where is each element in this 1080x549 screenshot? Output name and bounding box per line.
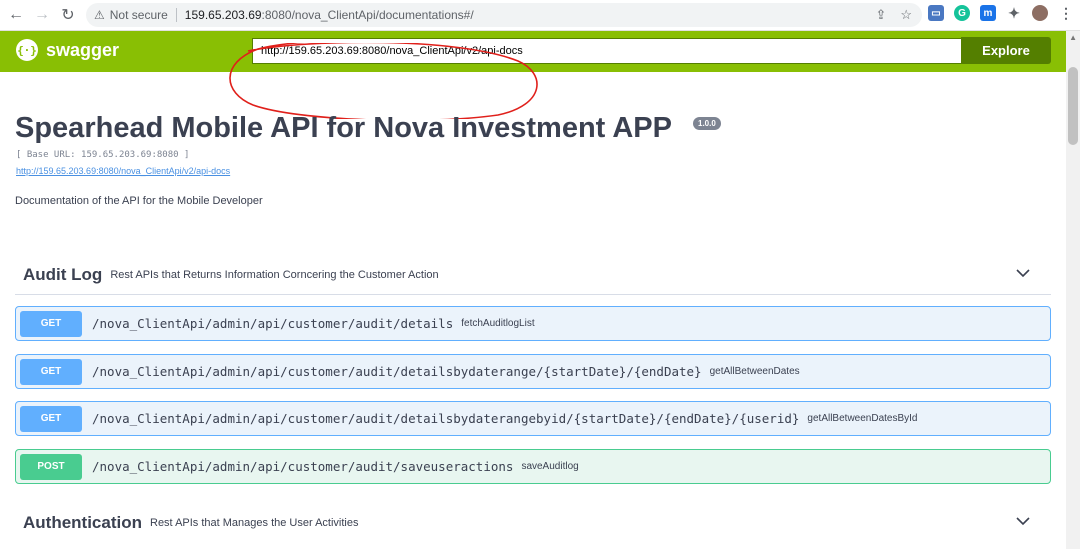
swagger-logo[interactable]: {·} swagger	[16, 39, 119, 61]
reload-icon[interactable]: ↻	[58, 5, 78, 25]
grammarly-icon[interactable]: G	[954, 5, 970, 21]
explore-button[interactable]: Explore	[961, 37, 1051, 64]
swagger-topbar: {·} swagger http://159.65.203.69:8080/no…	[0, 31, 1066, 119]
section-name: Audit Log	[23, 264, 103, 284]
api-url-input[interactable]: http://159.65.203.69:8080/nova_ClientApi…	[252, 38, 962, 64]
security-indicator[interactable]: ⚠ Not secure	[94, 8, 168, 22]
puzzle-icon[interactable]: ✦	[1006, 5, 1022, 21]
operation-summary: getAllBetweenDatesById	[807, 413, 918, 424]
method-badge: POST	[20, 453, 82, 480]
scroll-up-icon[interactable]: ▲	[1069, 33, 1077, 42]
browser-toolbar: ← → ↻ ⚠ Not secure 159.65.203.69:8080/no…	[0, 0, 1080, 31]
operation-path: /nova_ClientApi/admin/api/customer/audit…	[92, 364, 702, 379]
star-icon[interactable]: ☆	[900, 7, 912, 23]
operation-post-saveuseractions[interactable]: POST /nova_ClientApi/admin/api/customer/…	[15, 449, 1051, 484]
url-path: :8080/nova_ClientApi/documentations#/	[261, 8, 474, 22]
api-description: Documentation of the API for the Mobile …	[15, 195, 263, 207]
extension-icon[interactable]: ▭	[928, 5, 944, 21]
page-title: Spearhead Mobile API for Nova Investment…	[15, 112, 672, 144]
version-badge: 1.0.0	[693, 117, 721, 130]
operation-get-detailsbydaterangebyid[interactable]: GET /nova_ClientApi/admin/api/customer/a…	[15, 401, 1051, 436]
operation-summary: saveAuditlog	[521, 461, 579, 472]
api-docs-link[interactable]: http://159.65.203.69:8080/nova_ClientApi…	[16, 166, 230, 176]
method-badge: GET	[20, 358, 82, 385]
section-description: Rest APIs that Returns Information Cornc…	[110, 268, 439, 281]
section-audit-log[interactable]: Audit Log Rest APIs that Returns Informa…	[15, 255, 1051, 295]
omnibox-separator	[175, 8, 177, 22]
security-label: Not secure	[109, 8, 168, 22]
method-badge: GET	[20, 405, 82, 432]
swagger-content: Spearhead Mobile API for Nova Investment…	[0, 72, 1066, 549]
operation-path: /nova_ClientApi/admin/api/customer/audit…	[92, 459, 514, 474]
avatar[interactable]	[1032, 5, 1048, 21]
operation-path: /nova_ClientApi/admin/api/customer/audit…	[92, 411, 800, 426]
url-text: 159.65.203.69:8080/nova_ClientApi/docume…	[185, 8, 474, 22]
chevron-down-icon[interactable]	[1015, 265, 1031, 281]
section-description: Rest APIs that Manages the User Activiti…	[150, 517, 359, 529]
more-vert-icon[interactable]: ⋮	[1058, 5, 1074, 21]
extension-m-icon[interactable]: m	[980, 5, 996, 21]
forward-arrow-icon[interactable]: →	[32, 5, 52, 25]
operation-get-detailsbydaterange[interactable]: GET /nova_ClientApi/admin/api/customer/a…	[15, 354, 1051, 389]
back-arrow-icon[interactable]: ←	[6, 5, 26, 25]
swagger-logo-icon: {·}	[16, 39, 38, 61]
scroll-thumb[interactable]	[1068, 67, 1078, 145]
chevron-down-icon[interactable]	[1015, 513, 1031, 529]
base-url: [ Base URL: 159.65.203.69:8080 ]	[16, 150, 190, 160]
operation-summary: fetchAuditlogList	[461, 318, 535, 329]
url-host: 159.65.203.69	[184, 8, 262, 22]
warning-icon: ⚠	[94, 8, 105, 22]
address-bar[interactable]: ⚠ Not secure 159.65.203.69:8080/nova_Cli…	[86, 3, 922, 27]
swagger-logo-text: swagger	[46, 39, 120, 60]
section-authentication[interactable]: Authentication Rest APIs that Manages th…	[15, 503, 1051, 543]
method-badge: GET	[20, 310, 82, 337]
operation-path: /nova_ClientApi/admin/api/customer/audit…	[92, 316, 454, 331]
operation-get-details[interactable]: GET /nova_ClientApi/admin/api/customer/a…	[15, 306, 1051, 341]
page-scrollbar[interactable]: ▲	[1066, 31, 1080, 549]
operation-summary: getAllBetweenDates	[709, 366, 800, 377]
section-name: Authentication	[23, 513, 142, 532]
share-icon[interactable]: ⇪	[875, 7, 886, 23]
